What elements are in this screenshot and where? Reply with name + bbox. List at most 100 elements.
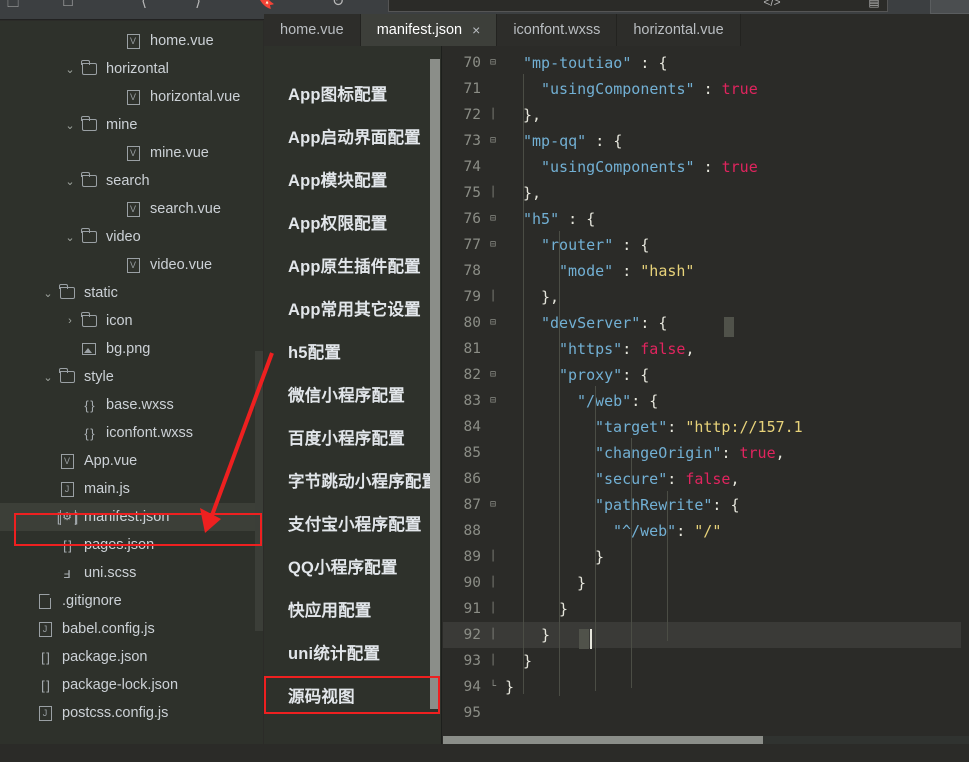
- config-nav-item[interactable]: QQ小程序配置: [264, 546, 434, 586]
- chevron-down-icon[interactable]: ⌄: [62, 63, 78, 76]
- editor-vscrollbar[interactable]: [961, 46, 969, 736]
- config-nav-item[interactable]: uni统计配置: [264, 632, 434, 672]
- file-tree-item[interactable]: · bg.png: [0, 335, 255, 363]
- file-tree-item[interactable]: · ⅎ uni.scss: [0, 559, 255, 587]
- file-tree-item[interactable]: ⌄ video: [0, 223, 255, 251]
- fold-marker-icon[interactable]: ⊟: [487, 128, 499, 154]
- file-tree-item[interactable]: · [ ] package-lock.json: [0, 671, 255, 699]
- fold-marker-icon[interactable]: ⊟: [487, 492, 499, 518]
- code-line[interactable]: 91 │}: [443, 596, 969, 622]
- config-nav-item[interactable]: App常用其它设置: [264, 288, 434, 328]
- fold-marker-icon[interactable]: │: [487, 596, 499, 622]
- file-tree-item[interactable]: ·Jpostcss.config.js: [0, 699, 255, 727]
- history-icon[interactable]: ↻: [327, 0, 349, 13]
- editor-tab[interactable]: home.vue: [264, 14, 361, 46]
- code-line[interactable]: 80 ⊟ "devServer": {: [443, 310, 969, 336]
- file-tree-item[interactable]: · .gitignore: [0, 587, 255, 615]
- code-line[interactable]: 82 ⊟ "proxy": {: [443, 362, 969, 388]
- code-line[interactable]: 95: [443, 700, 969, 726]
- close-icon[interactable]: ×: [472, 23, 480, 37]
- code-line[interactable]: 93 │}: [443, 648, 969, 674]
- chevron-down-icon[interactable]: ⌄: [62, 119, 78, 132]
- code-line[interactable]: 84 "target": "http://157.1: [443, 414, 969, 440]
- fold-marker-icon[interactable]: │: [487, 570, 499, 596]
- code-line[interactable]: 86 "secure": false,: [443, 466, 969, 492]
- file-tree-item[interactable]: ⌄ style: [0, 363, 255, 391]
- code-line[interactable]: 78 "mode" : "hash": [443, 258, 969, 284]
- file-tree-item[interactable]: ·Vmine.vue: [0, 139, 255, 167]
- code-line[interactable]: 90 │}: [443, 570, 969, 596]
- fold-marker-icon[interactable]: ⊟: [487, 206, 499, 232]
- fold-marker-icon[interactable]: │: [487, 180, 499, 206]
- file-tree-item[interactable]: ·Vsearch.vue: [0, 195, 255, 223]
- back-icon[interactable]: ⟨: [133, 0, 155, 13]
- config-nav-item[interactable]: App原生插件配置: [264, 245, 434, 285]
- code-line[interactable]: 87 ⊟ "pathRewrite": {: [443, 492, 969, 518]
- chevron-down-icon[interactable]: ⌄: [40, 287, 56, 300]
- code-line[interactable]: 94 └}: [443, 674, 969, 700]
- code-icon[interactable]: </>: [760, 0, 784, 13]
- code-line[interactable]: 74 "usingComponents" : true: [443, 154, 969, 180]
- align-icon[interactable]: ▤: [862, 0, 886, 13]
- fold-marker-icon[interactable]: │: [487, 622, 499, 648]
- fold-marker-icon[interactable]: ⊟: [487, 50, 499, 76]
- code-line[interactable]: 85 "changeOrigin": true,: [443, 440, 969, 466]
- fold-marker-icon[interactable]: ⊟: [487, 310, 499, 336]
- fold-marker-icon[interactable]: ⊟: [487, 362, 499, 388]
- code-line[interactable]: 88 "^/web": "/": [443, 518, 969, 544]
- chevron-down-icon[interactable]: ⌄: [62, 231, 78, 244]
- fold-marker-icon[interactable]: │: [487, 544, 499, 570]
- preview-button[interactable]: [930, 0, 969, 14]
- config-nav-item[interactable]: App权限配置: [264, 202, 434, 242]
- search-input[interactable]: 🔍 scss: [388, 0, 888, 12]
- config-nav-item[interactable]: 源码视图: [264, 675, 434, 715]
- chevron-down-icon[interactable]: ⌄: [62, 175, 78, 188]
- editor-tab[interactable]: horizontal.vue: [617, 14, 741, 46]
- code-line[interactable]: 83 ⊟ "/web": {: [443, 388, 969, 414]
- config-nav-item[interactable]: App图标配置: [264, 73, 434, 113]
- code-line[interactable]: 77 ⊟ "router" : {: [443, 232, 969, 258]
- config-nav-item[interactable]: 快应用配置: [264, 589, 434, 629]
- file-tree-item[interactable]: ⌄ mine: [0, 111, 255, 139]
- code-line[interactable]: 71 "usingComponents" : true: [443, 76, 969, 102]
- file-tree-item[interactable]: › icon: [0, 307, 255, 335]
- fold-marker-icon[interactable]: └: [487, 674, 499, 700]
- code-line[interactable]: 73 ⊟ "mp-qq" : {: [443, 128, 969, 154]
- new-file-icon[interactable]: 🗋: [2, 0, 24, 13]
- editor-tab[interactable]: iconfont.wxss: [497, 14, 618, 46]
- config-nav-item[interactable]: 微信小程序配置: [264, 374, 434, 414]
- file-tree-item[interactable]: ·V App.vue: [0, 447, 255, 475]
- config-nav-item[interactable]: 百度小程序配置: [264, 417, 434, 457]
- file-tree-item[interactable]: · [ ] pages.json: [0, 531, 255, 559]
- fold-marker-icon[interactable]: │: [487, 284, 499, 310]
- file-tree-item[interactable]: · { } base.wxss: [0, 391, 255, 419]
- code-line[interactable]: 81 "https": false,: [443, 336, 969, 362]
- code-line[interactable]: 76 ⊟ "h5" : {: [443, 206, 969, 232]
- code-line[interactable]: 89 │}: [443, 544, 969, 570]
- file-tree-item[interactable]: ⌄ search: [0, 167, 255, 195]
- file-tree-item[interactable]: ⌄ static: [0, 279, 255, 307]
- file-explorer[interactable]: ·Vhome.vue⌄horizontal·Vhorizontal.vue⌄mi…: [0, 21, 263, 762]
- fold-marker-icon[interactable]: ⊟: [487, 232, 499, 258]
- file-tree-item[interactable]: ⌄ horizontal: [0, 55, 255, 83]
- code-line[interactable]: 72 │},: [443, 102, 969, 128]
- file-tree-item[interactable]: ·Vhorizontal.vue: [0, 83, 255, 111]
- chevron-right-icon[interactable]: ›: [62, 315, 78, 327]
- file-tree-item[interactable]: · { } iconfont.wxss: [0, 419, 255, 447]
- editor-tabbar[interactable]: home.vue manifest.json × iconfont.wxss horiz…: [264, 14, 969, 46]
- file-tree-item-selected[interactable]: ·[⚙] manifest.json: [0, 503, 255, 531]
- file-tree-scrollbar-thumb[interactable]: [255, 351, 263, 631]
- bookmark-icon[interactable]: 🔖: [255, 0, 277, 13]
- code-line[interactable]: 75 │},: [443, 180, 969, 206]
- file-tree-item[interactable]: · [ ] package.json: [0, 643, 255, 671]
- fold-marker-icon[interactable]: ⊟: [487, 388, 499, 414]
- manifest-config-nav[interactable]: App图标配置 App启动界面配置 App模块配置 App权限配置 App原生插件配置 A…: [264, 21, 442, 762]
- editor-tab-active[interactable]: manifest.json ×: [360, 14, 498, 46]
- file-tree-item[interactable]: ·Jmain.js: [0, 475, 255, 503]
- config-nav-item[interactable]: App模块配置: [264, 159, 434, 199]
- code-line[interactable]: 79 │},: [443, 284, 969, 310]
- file-tree-item[interactable]: ·Vvideo.vue: [0, 251, 255, 279]
- fold-marker-icon[interactable]: │: [487, 648, 499, 674]
- fold-marker-icon[interactable]: │: [487, 102, 499, 128]
- code-line[interactable]: 70 ⊟ "mp-toutiao" : {: [443, 50, 969, 76]
